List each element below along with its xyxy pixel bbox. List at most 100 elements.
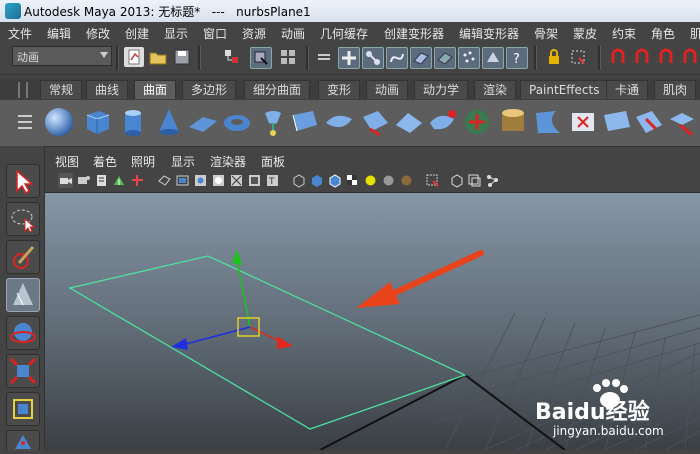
nurbs-plane-icon[interactable] — [186, 105, 220, 139]
attach-surfaces-icon[interactable] — [666, 105, 700, 139]
menu-geometry-cache[interactable]: 几何缓存 — [320, 25, 368, 42]
project-curve-icon[interactable] — [532, 105, 566, 139]
select-dynamics-icon[interactable] — [458, 47, 480, 69]
two-d-pan-icon[interactable] — [130, 173, 145, 188]
lasso-tool[interactable] — [6, 202, 40, 236]
y-axis-arrow-icon[interactable] — [232, 249, 242, 265]
save-scene-icon[interactable] — [172, 47, 192, 67]
tab-rendering[interactable]: 渲染 — [474, 80, 517, 99]
tab-toon[interactable]: 卡通 — [606, 80, 649, 99]
tab-dynamics[interactable]: 动力学 — [414, 80, 469, 99]
xray-joints-icon[interactable] — [467, 173, 482, 188]
move-manipulator[interactable] — [171, 249, 293, 350]
select-rendering-icon[interactable] — [482, 47, 504, 69]
paint-select-tool[interactable] — [6, 240, 40, 274]
universal-manip-tool[interactable] — [6, 392, 40, 426]
use-all-lights-icon[interactable] — [363, 173, 378, 188]
birail-icon[interactable] — [392, 105, 426, 139]
panel-menu-renderer[interactable]: 渲染器 — [210, 153, 246, 170]
boundary-icon[interactable] — [426, 105, 460, 139]
open-scene-icon[interactable] — [148, 47, 168, 67]
nurbs-sphere-icon[interactable] — [42, 105, 76, 139]
untrim-icon[interactable] — [632, 105, 666, 139]
menu-skin[interactable]: 蒙皮 — [573, 25, 597, 42]
gate-mask-icon[interactable] — [211, 173, 226, 188]
menu-edit[interactable]: 编辑 — [47, 25, 71, 42]
isolate-select-icon[interactable] — [425, 173, 440, 188]
bookmarks-icon[interactable] — [94, 173, 109, 188]
tab-deformation[interactable]: 变形 — [318, 80, 361, 99]
panel-menu-panels[interactable]: 面板 — [261, 153, 285, 170]
menu-animate[interactable]: 动画 — [281, 25, 305, 42]
menu-character[interactable]: 角色 — [651, 25, 675, 42]
tab-subdiv[interactable]: 细分曲面 — [244, 80, 311, 99]
select-misc-icon[interactable]: ? — [506, 47, 528, 69]
select-handles-icon[interactable] — [338, 47, 360, 69]
new-scene-icon[interactable] — [124, 47, 144, 67]
tab-polygons[interactable]: 多边形 — [182, 80, 237, 99]
highlight-selection-icon[interactable] — [568, 47, 588, 67]
trim-tool-icon[interactable] — [600, 105, 634, 139]
xray-active-components-icon[interactable] — [485, 173, 500, 188]
select-tool[interactable] — [6, 164, 40, 198]
lock-selection-icon[interactable] — [544, 47, 564, 67]
y-axis-handle[interactable] — [236, 260, 251, 328]
menu-modify[interactable]: 修改 — [86, 25, 110, 42]
scale-tool[interactable] — [6, 354, 40, 388]
menu-edit-deformers[interactable]: 编辑变形器 — [459, 25, 519, 42]
menu-muscle[interactable]: 肌 — [690, 25, 700, 42]
shelf-grip-icon[interactable] — [18, 82, 28, 98]
rotate-tool[interactable] — [6, 316, 40, 350]
soft-mod-tool[interactable] — [6, 430, 40, 451]
select-joints-icon[interactable] — [362, 47, 384, 69]
select-camera-icon[interactable] — [58, 173, 73, 188]
select-surfaces-icon[interactable] — [410, 47, 432, 69]
smooth-shading-icon[interactable] — [309, 173, 324, 188]
resolution-gate-icon[interactable] — [193, 173, 208, 188]
square-icon[interactable] — [460, 105, 494, 139]
snap-curve-icon[interactable] — [632, 47, 652, 67]
camera-attributes-icon[interactable] — [76, 173, 91, 188]
nurbs-torus-icon[interactable] — [220, 105, 254, 139]
menu-create-deformers[interactable]: 创建变形器 — [384, 25, 444, 42]
menu-constrain[interactable]: 约束 — [612, 25, 636, 42]
show-manipulator-tool[interactable] — [6, 278, 40, 312]
mask-dropdown-icon[interactable] — [314, 47, 334, 67]
nurbs-cylinder-icon[interactable] — [116, 105, 150, 139]
extrude-icon[interactable] — [358, 105, 392, 139]
menu-file[interactable]: 文件 — [8, 25, 32, 42]
menu-set-select[interactable]: 动画 — [12, 46, 112, 66]
nurbs-plane-outline[interactable] — [68, 255, 467, 430]
select-deformations-icon[interactable] — [434, 47, 456, 69]
nurbs-cube-icon[interactable] — [80, 105, 114, 139]
perspective-viewport[interactable]: Baidu经验 jingyan.baidu.com — [45, 193, 700, 450]
planar-icon[interactable] — [322, 105, 356, 139]
snap-view-plane-icon[interactable] — [680, 47, 700, 67]
panel-menu-shading[interactable]: 着色 — [93, 153, 117, 170]
tab-general[interactable]: 常规 — [40, 80, 83, 99]
xray-icon[interactable] — [449, 173, 464, 188]
image-plane-icon[interactable] — [112, 173, 127, 188]
film-gate-icon[interactable] — [175, 173, 190, 188]
menu-skeleton[interactable]: 骨架 — [534, 25, 558, 42]
safe-title-icon[interactable]: T — [265, 173, 280, 188]
nurbs-cone-icon[interactable] — [152, 105, 186, 139]
select-component-icon[interactable] — [278, 47, 298, 67]
menu-create[interactable]: 创建 — [125, 25, 149, 42]
wireframe-on-shaded-icon[interactable] — [327, 173, 342, 188]
select-object-icon[interactable] — [250, 47, 272, 69]
safe-action-icon[interactable] — [247, 173, 262, 188]
loft-icon[interactable] — [288, 105, 322, 139]
menu-assets[interactable]: 资源 — [242, 25, 266, 42]
panel-menu-lighting[interactable]: 照明 — [131, 153, 155, 170]
select-hierarchy-icon[interactable] — [222, 47, 242, 67]
bevel-icon[interactable] — [496, 105, 530, 139]
shadows-icon[interactable] — [381, 173, 396, 188]
panel-menu-view[interactable]: 视图 — [55, 153, 79, 170]
x-axis-arrow-icon[interactable] — [277, 336, 293, 349]
field-chart-icon[interactable] — [229, 173, 244, 188]
tab-curves[interactable]: 曲线 — [86, 80, 129, 99]
intersect-icon[interactable] — [566, 105, 600, 139]
snap-grid-icon[interactable] — [608, 47, 628, 67]
tab-surfaces[interactable]: 曲面 — [134, 80, 177, 99]
